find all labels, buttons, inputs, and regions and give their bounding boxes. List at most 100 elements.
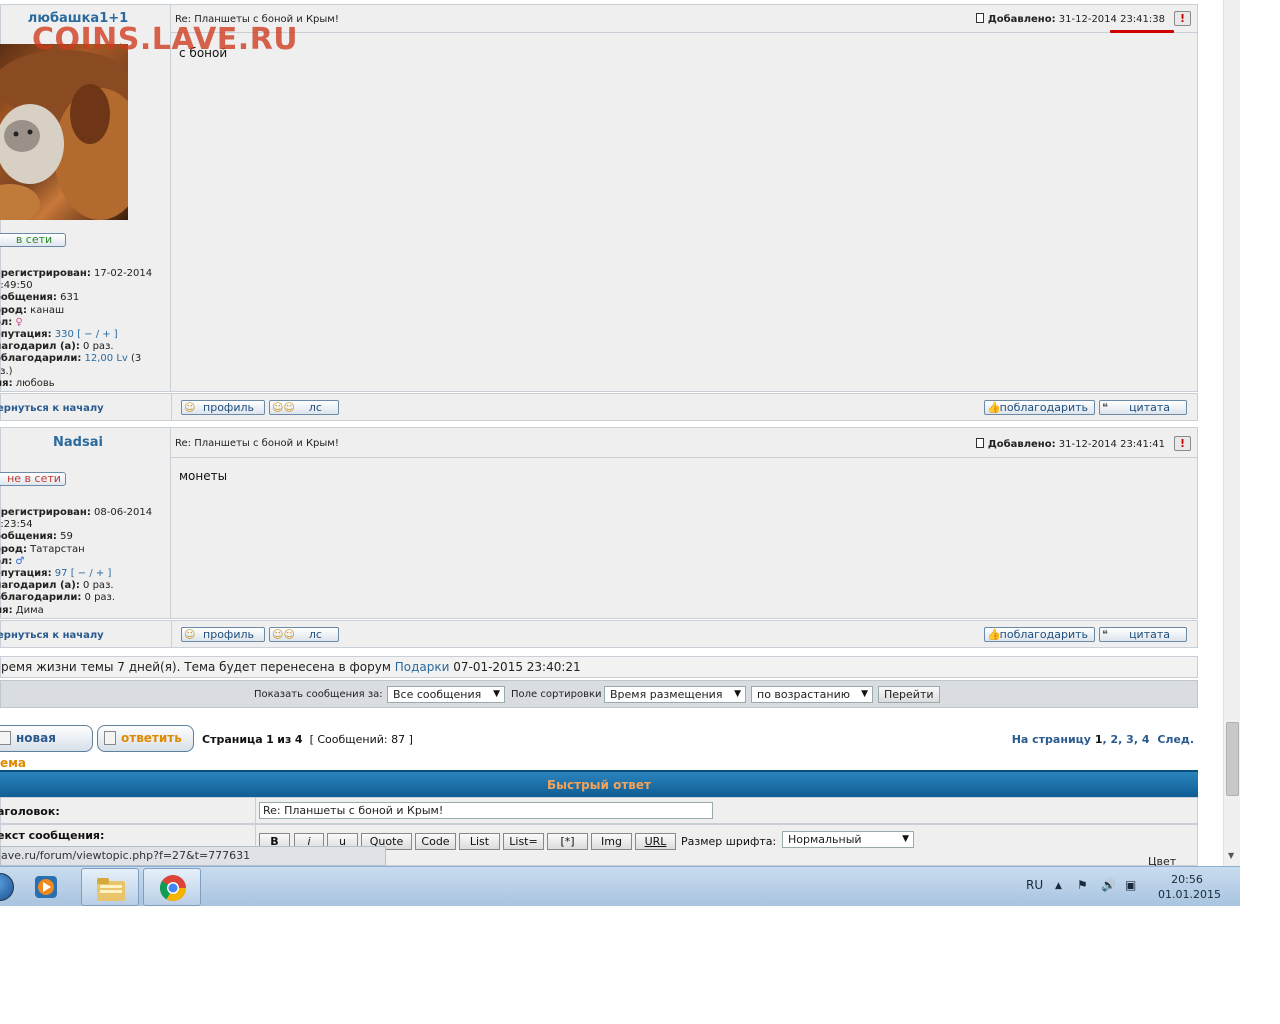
watermark-logo: COINS.LAVE.RU <box>32 22 299 57</box>
post-2-footer: ернуться к началу ☺ профиль ☺☺ лс 👍 поблаго… <box>0 620 1198 648</box>
show-period-select[interactable]: Все сообщения ▼ <box>387 686 505 703</box>
user-info: арегистрирован: 17-02-2014 5:49:50 ообще… <box>0 268 153 389</box>
sort-order-select[interactable]: по возрастанию ▼ <box>751 686 873 703</box>
female-icon: ♀ <box>15 316 23 328</box>
message-count: [ Сообщений: 87 ] <box>309 733 413 746</box>
list-ordered-button[interactable]: List= <box>503 833 544 850</box>
chevron-down-icon: ▼ <box>493 689 500 699</box>
post-icon[interactable] <box>975 13 984 23</box>
post-1-footer: ернуться к началу ☺ профиль ☺☺ лс 👍 поблаго… <box>0 393 1198 421</box>
post-2-username[interactable]: Nadsai <box>0 435 156 450</box>
online-status: в сети <box>0 233 66 247</box>
thank-button[interactable]: 👍 поблагодарить <box>984 400 1095 415</box>
volume-icon[interactable]: 🔊 <box>1101 878 1116 892</box>
back-to-top-link[interactable]: ернуться к началу <box>0 403 104 414</box>
quick-reply-subject-row: аголовок: Re: Планшеты с боной и Крым! <box>0 797 1198 824</box>
font-size-label: Размер шрифта: <box>681 835 777 848</box>
sort-field-select[interactable]: Время размещения ▼ <box>604 686 746 703</box>
post-1: Re: Планшеты с боной и Крым! Добавлено: … <box>0 4 1198 392</box>
report-button[interactable]: ! <box>1174 11 1191 26</box>
media-player-icon[interactable] <box>32 873 60 901</box>
scroll-down-arrow-icon[interactable]: ▼ <box>1228 851 1234 860</box>
page-link-1: 1 <box>1094 733 1103 746</box>
post-2-header: Re: Планшеты с боной и Крым! Добавлено: … <box>171 428 1197 458</box>
next-page-link[interactable]: След. <box>1157 733 1194 746</box>
vertical-scrollbar[interactable]: ▼ <box>1223 0 1240 866</box>
thumbs-up-icon: 👍 <box>987 401 1001 414</box>
chrome-icon <box>159 875 187 902</box>
subject-input[interactable]: Re: Планшеты с боной и Крым! <box>259 802 713 819</box>
profile-button[interactable]: ☺ профиль <box>181 627 265 642</box>
pm-button[interactable]: ☺☺ лс <box>269 400 339 415</box>
show-label: Показать сообщения за: <box>254 689 383 700</box>
post-2: Re: Планшеты с боной и Крым! Добавлено: … <box>0 427 1198 619</box>
avatar-image <box>0 50 128 220</box>
users-icon: ☺☺ <box>272 628 295 641</box>
windows-taskbar: RU ▲ ⚑ 🔊 ▣ 20:56 01.01.2015 <box>0 866 1240 906</box>
reputation-controls[interactable]: [ − / + ] <box>77 329 118 340</box>
post-1-header: Re: Планшеты с боной и Крым! Добавлено: … <box>171 5 1197 33</box>
code-button[interactable]: Code <box>415 833 456 850</box>
message-label: екст сообщения: <box>0 829 105 842</box>
post-2-message: монеты <box>179 469 228 483</box>
page-link-2[interactable]: 2 <box>1111 733 1119 746</box>
post-subject[interactable]: Re: Планшеты с боной и Крым! <box>175 438 339 449</box>
quote-icon: ❝ <box>1102 401 1108 414</box>
page-link-4[interactable]: 4 <box>1142 733 1150 746</box>
offline-status: не в сети <box>0 472 66 486</box>
post-date: Добавлено: 31-12-2014 23:41:38 <box>975 13 1165 25</box>
user-icon: ☺ <box>184 628 196 641</box>
pagination: На страницу 1, 2, 3, 4 След. <box>1011 733 1194 746</box>
sort-bar: Показать сообщения за: Все сообщения ▼ По… <box>0 680 1198 708</box>
quote-button[interactable]: ❝ цитата <box>1099 627 1187 642</box>
new-topic-button[interactable]: новая тема <box>0 725 93 770</box>
user-icon: ☺ <box>184 401 196 414</box>
avatar <box>0 44 128 220</box>
quick-reply-title: Быстрый ответ <box>0 770 1198 797</box>
male-icon: ♂ <box>15 555 25 567</box>
list-button[interactable]: List <box>459 833 500 850</box>
users-icon: ☺☺ <box>272 401 295 414</box>
go-button[interactable]: Перейти <box>878 686 940 703</box>
chevron-down-icon: ▼ <box>861 689 868 699</box>
reputation-controls[interactable]: [ − / + ] <box>71 568 112 579</box>
document-icon <box>0 731 11 745</box>
page-info: Страница 1 из 4 [ Сообщений: 87 ] <box>202 733 413 746</box>
chrome-taskbar-button[interactable] <box>143 868 201 906</box>
quote-button[interactable]: ❝ цитата <box>1099 400 1187 415</box>
explorer-taskbar-button[interactable] <box>81 868 139 906</box>
action-center-flag-icon[interactable]: ⚑ <box>1077 878 1088 892</box>
user-info: арегистрирован: 08-06-2014 1:23:54 ообще… <box>0 507 153 616</box>
system-clock[interactable]: 20:56 01.01.2015 <box>1158 872 1221 902</box>
browser-viewport: Re: Планшеты с боной и Крым! Добавлено: … <box>0 0 1240 906</box>
thumbs-up-icon: 👍 <box>987 628 1001 641</box>
start-button[interactable] <box>0 873 14 901</box>
profile-button[interactable]: ☺ профиль <box>181 400 265 415</box>
back-to-top-link[interactable]: ернуться к началу <box>0 630 104 641</box>
status-bar-url: ave.ru/forum/viewtopic.php?f=27&t=777631 <box>0 846 386 866</box>
pm-button[interactable]: ☺☺ лс <box>269 627 339 642</box>
img-button[interactable]: Img <box>591 833 632 850</box>
show-hidden-icons-icon[interactable]: ▲ <box>1055 881 1062 891</box>
post-icon[interactable] <box>975 438 984 448</box>
scrollbar-thumb[interactable] <box>1226 722 1239 796</box>
report-button[interactable]: ! <box>1174 436 1191 451</box>
thank-button[interactable]: 👍 поблагодарить <box>984 627 1095 642</box>
topic-lifetime-notice: ремя жизни темы 7 дней(я). Тема будет пе… <box>0 656 1198 678</box>
document-icon <box>104 731 116 745</box>
list-item-button[interactable]: [*] <box>547 833 588 850</box>
sort-label: Поле сортировки <box>511 689 602 700</box>
reply-button[interactable]: ответить <box>97 725 194 752</box>
chevron-down-icon: ▼ <box>734 689 741 699</box>
page-link-3[interactable]: 3 <box>1126 733 1134 746</box>
font-size-select[interactable]: Нормальный ▼ <box>782 831 914 848</box>
forum-link[interactable]: Подарки <box>395 660 450 674</box>
url-button[interactable]: URL <box>635 833 676 850</box>
language-indicator[interactable]: RU <box>1026 878 1043 892</box>
folder-icon <box>97 878 125 901</box>
subject-label: аголовок: <box>0 805 60 818</box>
network-icon[interactable]: ▣ <box>1125 878 1136 892</box>
red-underline-annotation <box>1110 30 1174 33</box>
post-date: Добавлено: 31-12-2014 23:41:41 <box>975 438 1165 450</box>
chevron-down-icon: ▼ <box>902 834 909 844</box>
